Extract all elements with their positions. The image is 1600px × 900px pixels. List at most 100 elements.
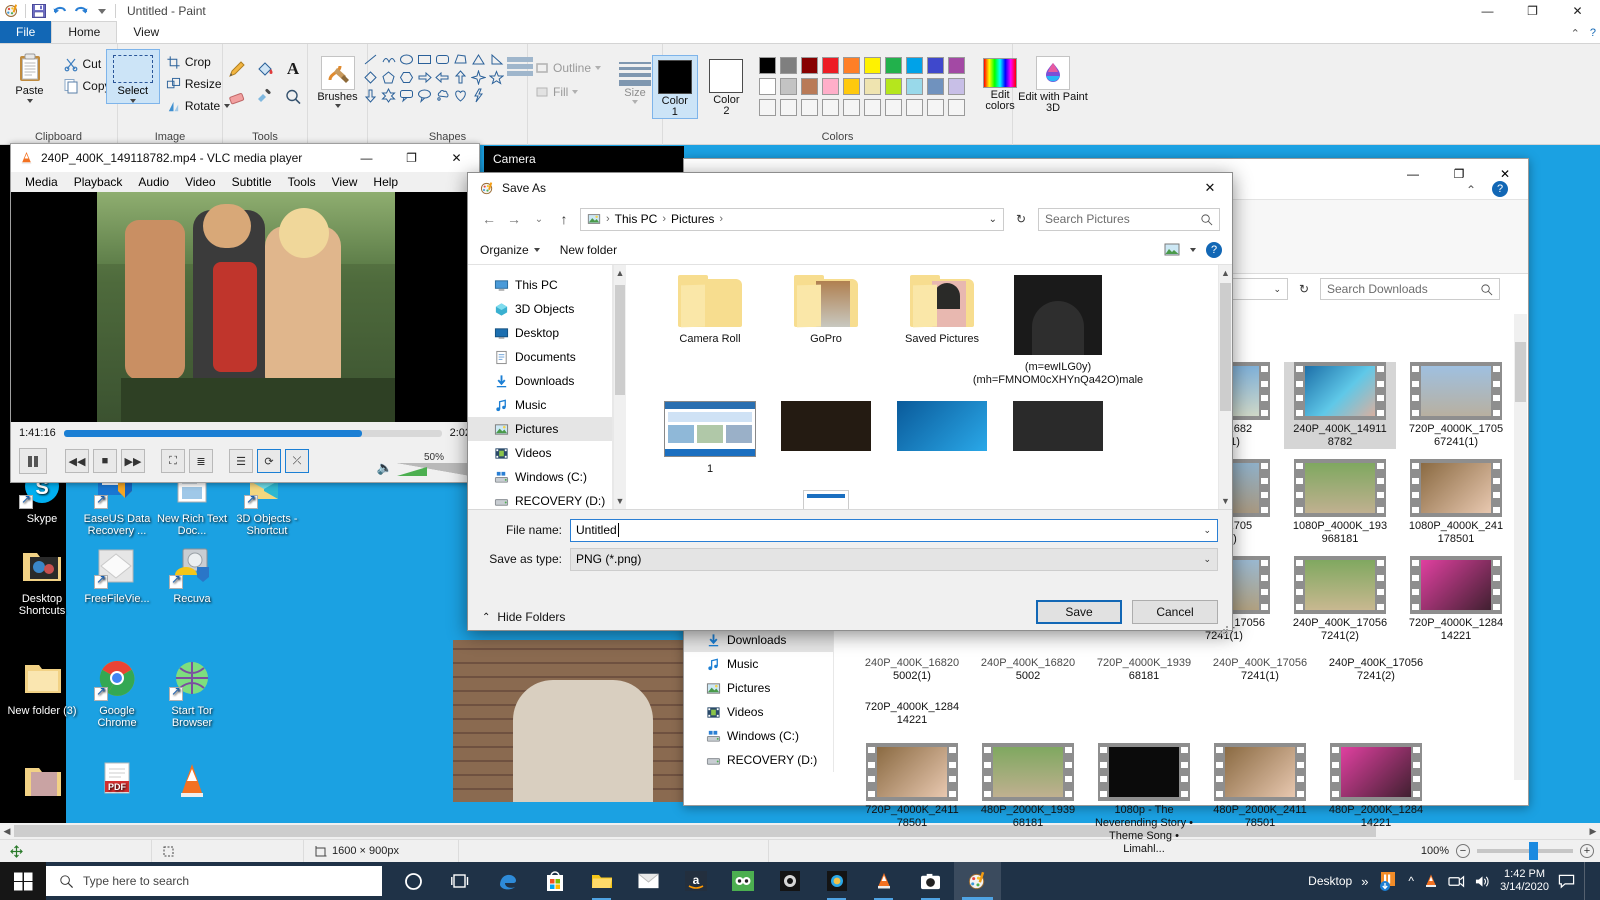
shape-oval-callout-icon[interactable]: [416, 87, 433, 104]
palette-swatch[interactable]: [905, 99, 923, 116]
palette-swatch[interactable]: [926, 99, 944, 116]
palette-swatch[interactable]: [800, 99, 818, 116]
amazon-button[interactable]: a: [672, 862, 719, 900]
cancel-button[interactable]: Cancel: [1132, 600, 1218, 624]
tab-home[interactable]: Home: [51, 21, 118, 43]
desktop-icon-freefileviewer[interactable]: FreeFileVie...: [79, 545, 155, 605]
palette-swatch[interactable]: [947, 57, 965, 74]
tray-chevron-up-icon[interactable]: ^: [1408, 874, 1414, 888]
desktop-icon-new-folder-3[interactable]: New folder (3): [4, 657, 80, 717]
palette-swatch[interactable]: [905, 57, 923, 74]
save-as-nav-desktop[interactable]: Desktop: [468, 321, 612, 345]
vlc-menu-playback[interactable]: Playback: [66, 175, 131, 189]
download-manager-icon[interactable]: [1377, 870, 1399, 892]
desktop-icon-start-tor-browser[interactable]: Start Tor Browser: [154, 657, 230, 729]
shape-more-icon[interactable]: [488, 87, 505, 104]
explorer-file-item[interactable]: 1080P_4000K_193 968181: [1284, 459, 1396, 546]
palette-swatch[interactable]: [758, 99, 776, 116]
tray-overflow-icon[interactable]: »: [1361, 874, 1368, 889]
vlc-button[interactable]: [860, 862, 907, 900]
desktop-icon-vlc[interactable]: [154, 760, 230, 808]
save-as-nav-pictures[interactable]: Pictures: [468, 417, 612, 441]
save-as-close-button[interactable]: ✕: [1188, 173, 1232, 203]
edge-button[interactable]: [484, 862, 531, 900]
files-scroll-thumb[interactable]: [1220, 283, 1231, 411]
paint-button[interactable]: [954, 862, 1001, 900]
explorer-minimize-button[interactable]: —: [1390, 159, 1436, 189]
view-chevron-down-icon[interactable]: [1190, 247, 1196, 252]
palette-swatch[interactable]: [800, 78, 818, 95]
vlc-menu-tools[interactable]: Tools: [280, 175, 324, 189]
vlc-playlist-button[interactable]: ☰: [229, 449, 253, 473]
explorer-nav-pictures[interactable]: Pictures: [684, 676, 833, 700]
save-as-folder-item[interactable]: GoPro: [768, 275, 884, 387]
palette-swatch[interactable]: [821, 99, 839, 116]
palette-swatch[interactable]: [947, 78, 965, 95]
explorer-file-item[interactable]: 720P_4000K_2411 78501: [856, 743, 968, 856]
save-as-file-list[interactable]: Camera Roll GoPro Saved Pictures (m=ewIL…: [626, 265, 1218, 509]
explorer-nav-music[interactable]: Music: [684, 652, 833, 676]
shape-down-arrow-icon[interactable]: [362, 87, 379, 104]
palette-swatch[interactable]: [821, 57, 839, 74]
save-as-nav-3d-objects[interactable]: 3D Objects: [468, 297, 612, 321]
shape-right-triangle-icon[interactable]: [488, 51, 505, 68]
scroll-left-icon[interactable]: ◀: [0, 823, 14, 839]
save-as-image-item[interactable]: [652, 490, 768, 509]
magnifier-tool-icon[interactable]: [279, 83, 307, 111]
save-as-image-item[interactable]: 1: [652, 401, 768, 476]
camera-window[interactable]: Camera: [484, 146, 684, 172]
explorer-file-item[interactable]: 720P_4000K_1705 67241(1): [1400, 362, 1512, 449]
vlc-menu-help[interactable]: Help: [365, 175, 406, 189]
palette-swatch[interactable]: [905, 78, 923, 95]
nav-scroll-thumb[interactable]: [615, 285, 625, 395]
shape-polygon-icon[interactable]: [452, 51, 469, 68]
explorer-file-item[interactable]: 240P_400K_16820 5002(1): [856, 649, 968, 683]
save-as-image-item[interactable]: [884, 401, 1000, 457]
brushes-button[interactable]: Brushes: [312, 53, 364, 108]
explorer-file-item[interactable]: 480P_2000K_2411 78501: [1204, 743, 1316, 856]
select-chevron-down-icon[interactable]: [129, 99, 136, 103]
palette-swatch[interactable]: [842, 78, 860, 95]
desktop-icon-bottom-folder[interactable]: [4, 760, 80, 808]
minimize-button[interactable]: —: [1465, 0, 1510, 22]
vlc-loop-button[interactable]: ⟳: [257, 449, 281, 473]
shape-oval-icon[interactable]: [398, 51, 415, 68]
redo-icon[interactable]: [73, 3, 89, 19]
palette-swatch[interactable]: [800, 57, 818, 74]
eraser-tool-icon[interactable]: [223, 83, 251, 111]
camera-button[interactable]: [907, 862, 954, 900]
shape-rounded-rectangle-icon[interactable]: [434, 51, 451, 68]
shape-left-arrow-icon[interactable]: [434, 69, 451, 86]
color-palette[interactable]: [758, 57, 967, 118]
tripadvisor-button[interactable]: [719, 862, 766, 900]
maximize-button[interactable]: ❐: [1510, 0, 1555, 22]
shape-four-point-star-icon[interactable]: [470, 69, 487, 86]
vlc-stop-button[interactable]: ■: [93, 449, 117, 473]
new-folder-button[interactable]: New folder: [560, 243, 617, 257]
shape-up-arrow-icon[interactable]: [452, 69, 469, 86]
task-view-button[interactable]: [437, 862, 484, 900]
explorer-vertical-scrollbar[interactable]: [1514, 314, 1527, 780]
explorer-help-icon[interactable]: ?: [1492, 181, 1508, 197]
shape-curve-icon[interactable]: [380, 51, 397, 68]
network-icon[interactable]: [1448, 874, 1465, 889]
desktop-peek-label[interactable]: Desktop: [1308, 874, 1352, 888]
fill-button[interactable]: Fill: [531, 81, 582, 103]
explorer-refresh-icon[interactable]: ↻: [1294, 278, 1314, 300]
outline-button[interactable]: Outline: [531, 57, 605, 79]
save-as-image-item[interactable]: (m=ewILG0y)(mh=FMNOM0cXHYnQa42O)male: [973, 275, 1143, 387]
shape-rectangle-icon[interactable]: [416, 51, 433, 68]
file-name-chevron-down-icon[interactable]: ⌄: [1203, 525, 1211, 536]
explorer-file-item[interactable]: 480P_2000K_1939 68181: [972, 743, 1084, 856]
shape-triangle-icon[interactable]: [470, 51, 487, 68]
select-button[interactable]: Select: [105, 49, 160, 104]
save-as-dialog[interactable]: Save As ✕ ← → ⌄ ↑ › This PC › Pictures ›…: [467, 172, 1233, 634]
vlc-previous-button[interactable]: ◀◀: [65, 449, 89, 473]
palette-swatch[interactable]: [926, 78, 944, 95]
save-as-nav-recovery-d[interactable]: RECOVERY (D:): [468, 489, 612, 513]
vlc-extended-settings-button[interactable]: ≣: [189, 449, 213, 473]
palette-swatch[interactable]: [863, 57, 881, 74]
save-as-search-box[interactable]: Search Pictures: [1038, 207, 1220, 231]
cortana-button[interactable]: [390, 862, 437, 900]
shape-six-point-star-icon[interactable]: [380, 87, 397, 104]
